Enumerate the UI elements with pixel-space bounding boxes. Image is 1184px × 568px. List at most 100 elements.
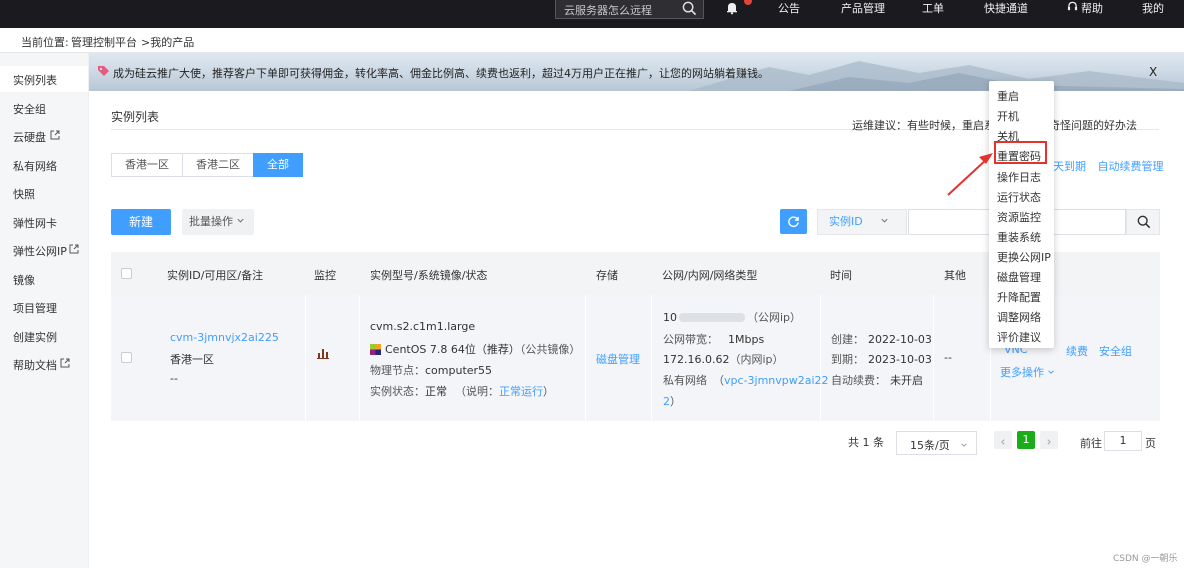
auto-renew-value: 未开启: [890, 374, 923, 387]
external-link-icon: [50, 130, 60, 143]
vpc-link-cont[interactable]: 2: [663, 395, 670, 408]
page-title: 实例列表: [111, 110, 160, 124]
column-header: 实例ID/可用区/备注: [167, 269, 264, 282]
vpc-line-cont: 2）: [663, 393, 681, 409]
status-note-prefix: （说明：: [455, 385, 499, 398]
auto-renew-link[interactable]: 自动续费管理: [1098, 160, 1164, 173]
breadcrumb-console[interactable]: 管理控制平台: [71, 34, 137, 50]
batch-ops-dropdown[interactable]: 批量操作: [182, 209, 254, 235]
status-note-suffix: ）: [543, 385, 554, 398]
column-header: 公网/内网/网络类型: [662, 269, 758, 282]
chevron-down-icon: [1047, 366, 1055, 379]
menu-item-change-public-ip[interactable]: 更换公网IP: [997, 249, 1051, 265]
nav-mine[interactable]: 我的: [1142, 0, 1164, 16]
nav-product-management[interactable]: 产品管理: [841, 0, 885, 16]
auto-renew: 自动续费： 未开启: [831, 372, 923, 388]
more-ops-dropdown[interactable]: 更多操作: [1000, 364, 1055, 380]
created-value: 2022-10-03: [868, 333, 932, 346]
goto-label: 前往: [1080, 437, 1102, 450]
breadcrumb: 当前位置: 管理控制平台 >我的产品: [0, 28, 1184, 53]
nav-help[interactable]: 帮助: [1081, 0, 1103, 16]
instance-model: cvm.s2.c1m1.large: [370, 320, 476, 333]
expire-label: 到期：: [831, 353, 864, 366]
instance-id-link[interactable]: cvm-3jmnvjx2ai225: [170, 331, 279, 344]
private-ip-label: （内网ip）: [729, 353, 784, 366]
menu-item-operation-log[interactable]: 操作日志: [997, 169, 1041, 185]
bell-icon[interactable]: [725, 1, 739, 18]
search-placeholder: 云服务器怎么远程: [564, 4, 652, 17]
centos-logo-icon: [370, 344, 381, 358]
sidebar-item-security-group[interactable]: 安全组: [0, 95, 88, 121]
nav-shortcuts[interactable]: 快捷通道: [984, 0, 1028, 16]
sidebar-item-image[interactable]: 镜像: [0, 266, 88, 292]
created-time: 创建： 2022-10-03: [831, 331, 932, 347]
tab-all[interactable]: 全部: [253, 153, 303, 177]
nav-tickets[interactable]: 工单: [922, 0, 944, 16]
pagination-total: 共 1 条: [848, 436, 884, 449]
expire-value: 2023-10-03: [868, 353, 932, 366]
physical-node-value: computer55: [425, 364, 493, 377]
menu-item-start[interactable]: 开机: [997, 108, 1019, 124]
search-field-select[interactable]: 实例ID: [817, 209, 907, 235]
sidebar-item-eip[interactable]: 弹性公网IP: [0, 237, 88, 263]
menu-item-disk-management[interactable]: 磁盘管理: [997, 269, 1041, 285]
sidebar-item-create-instance[interactable]: 创建实例: [0, 323, 88, 349]
column-header: 时间: [830, 269, 852, 282]
sidebar-item-snapshot[interactable]: 快照: [0, 180, 88, 206]
banner-close-button[interactable]: X: [1149, 65, 1157, 79]
banner-text[interactable]: 成为硅云推广大使，推荐客户下单即可获得佣金，转化率高、佣金比例高、续费也返利，超…: [113, 65, 769, 81]
chevron-down-icon: [236, 209, 245, 235]
refresh-button[interactable]: [780, 209, 807, 234]
search-icon[interactable]: [682, 1, 697, 19]
status-value: 正常: [425, 385, 447, 398]
search-button[interactable]: [1126, 209, 1160, 235]
menu-item-resource-monitor[interactable]: 资源监控: [997, 209, 1041, 225]
sidebar-item-help-docs[interactable]: 帮助文档: [0, 351, 88, 377]
sidebar-item-projects[interactable]: 项目管理: [0, 294, 88, 320]
row-checkbox[interactable]: [121, 352, 132, 363]
sidebar-item-eni[interactable]: 弹性网卡: [0, 209, 88, 235]
bandwidth-value: 1Mbps: [728, 333, 765, 346]
select-all-checkbox[interactable]: [121, 268, 132, 279]
new-instance-button[interactable]: 新建: [111, 209, 171, 235]
menu-item-reinstall[interactable]: 重装系统: [997, 229, 1041, 245]
os-row: CentOS 7.8 64位（推荐）（公共镜像）: [370, 341, 580, 358]
menu-item-adjust-network[interactable]: 调整网络: [997, 309, 1041, 325]
tab-hk-zone-2[interactable]: 香港二区: [182, 153, 254, 177]
sidebar-item-instances[interactable]: 实例列表: [0, 66, 88, 92]
security-group-link[interactable]: 安全组: [1099, 343, 1132, 359]
renew-link[interactable]: 续费: [1066, 343, 1088, 359]
menu-item-reboot[interactable]: 重启: [997, 88, 1019, 104]
status-note-link[interactable]: 正常运行: [499, 385, 543, 398]
goto-page-input[interactable]: 1: [1104, 431, 1142, 451]
disk-management-link[interactable]: 磁盘管理: [596, 351, 640, 367]
tab-hk-zone-1[interactable]: 香港一区: [111, 153, 183, 177]
chevron-down-icon: [960, 439, 968, 452]
nav-announcement[interactable]: 公告: [778, 0, 800, 16]
menu-item-run-status[interactable]: 运行状态: [997, 189, 1041, 205]
page-size-select[interactable]: 15条/页: [896, 431, 977, 455]
column-header: 监控: [314, 269, 336, 282]
monitor-chart-icon[interactable]: [317, 347, 329, 362]
auto-renew-label: 自动续费：: [831, 374, 886, 387]
vpc-link[interactable]: vpc-3jmnvpw2ai22: [724, 374, 829, 387]
sidebar-item-vpc[interactable]: 私有网络: [0, 152, 88, 178]
public-ip: 10 （公网ip）: [663, 309, 801, 325]
os-recommended: （推荐）: [475, 343, 520, 356]
prev-page-button[interactable]: [994, 431, 1012, 449]
top-search-input[interactable]: 云服务器怎么远程: [555, 0, 704, 19]
vpc-open-paren: （: [713, 374, 724, 387]
breadcrumb-my-products[interactable]: >我的产品: [141, 34, 194, 50]
refresh-icon: [787, 215, 800, 231]
menu-item-resize[interactable]: 升降配置: [997, 289, 1041, 305]
reset-password-highlight-box: [994, 141, 1047, 164]
menu-item-feedback[interactable]: 评价建议: [997, 329, 1041, 345]
expire-filter-link[interactable]: 天到期: [1053, 160, 1086, 173]
current-page[interactable]: 1: [1017, 431, 1035, 449]
vpc-label: 私有网络: [663, 374, 707, 387]
sidebar-item-cloud-disk[interactable]: 云硬盘: [0, 123, 88, 149]
status-label: 实例状态：: [370, 385, 425, 398]
instance-status: 实例状态：正常 （说明：正常运行）: [370, 383, 554, 399]
vpc-close-paren: ）: [670, 395, 681, 408]
next-page-button[interactable]: [1040, 431, 1058, 449]
